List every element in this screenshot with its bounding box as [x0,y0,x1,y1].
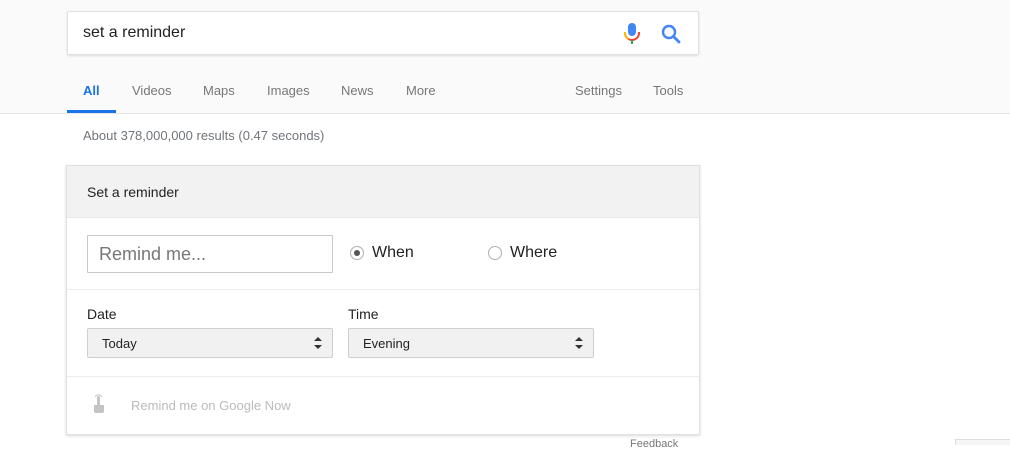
where-label: Where [510,244,558,261]
magnifier-icon[interactable] [659,22,683,46]
reminder-card-header: Set a reminder [67,166,699,218]
active-tab-indicator [67,110,116,113]
tab-tools[interactable]: Tools [653,83,683,98]
tab-images[interactable]: Images [267,83,310,98]
updown-arrows-icon [575,337,583,349]
reminder-card-title: Set a reminder [87,184,179,200]
reminder-card: Set a reminder When Where Date Today Tim… [66,165,700,435]
remind-me-input[interactable] [87,235,333,273]
card-divider [67,376,699,377]
google-now-link[interactable]: Remind me on Google Now [131,398,291,413]
time-label: Time [348,306,379,322]
corner-panel [955,439,1010,445]
tab-all[interactable]: All [83,83,100,98]
microphone-icon[interactable] [621,22,643,46]
when-label: When [372,244,414,261]
date-label: Date [87,306,117,322]
result-stats: About 378,000,000 results (0.47 seconds) [83,128,325,143]
card-divider [67,289,699,290]
search-input[interactable] [83,12,603,54]
time-select-value: Evening [363,336,410,351]
search-header: All Videos Maps Images News More Setting… [0,0,1010,114]
when-radio-circle[interactable] [350,246,364,260]
tab-more[interactable]: More [406,83,436,98]
updown-arrows-icon [314,337,322,349]
tab-videos[interactable]: Videos [132,83,172,98]
tab-news[interactable]: News [341,83,374,98]
date-select-value: Today [102,336,137,351]
feedback-link[interactable]: Feedback [630,438,678,450]
when-radio-dot [354,250,360,256]
search-box [67,11,699,55]
touch-icon [94,394,104,413]
tab-maps[interactable]: Maps [203,83,235,98]
where-radio-circle[interactable] [488,246,502,260]
time-select[interactable]: Evening [348,328,594,358]
date-select[interactable]: Today [87,328,333,358]
tab-settings[interactable]: Settings [575,83,622,98]
